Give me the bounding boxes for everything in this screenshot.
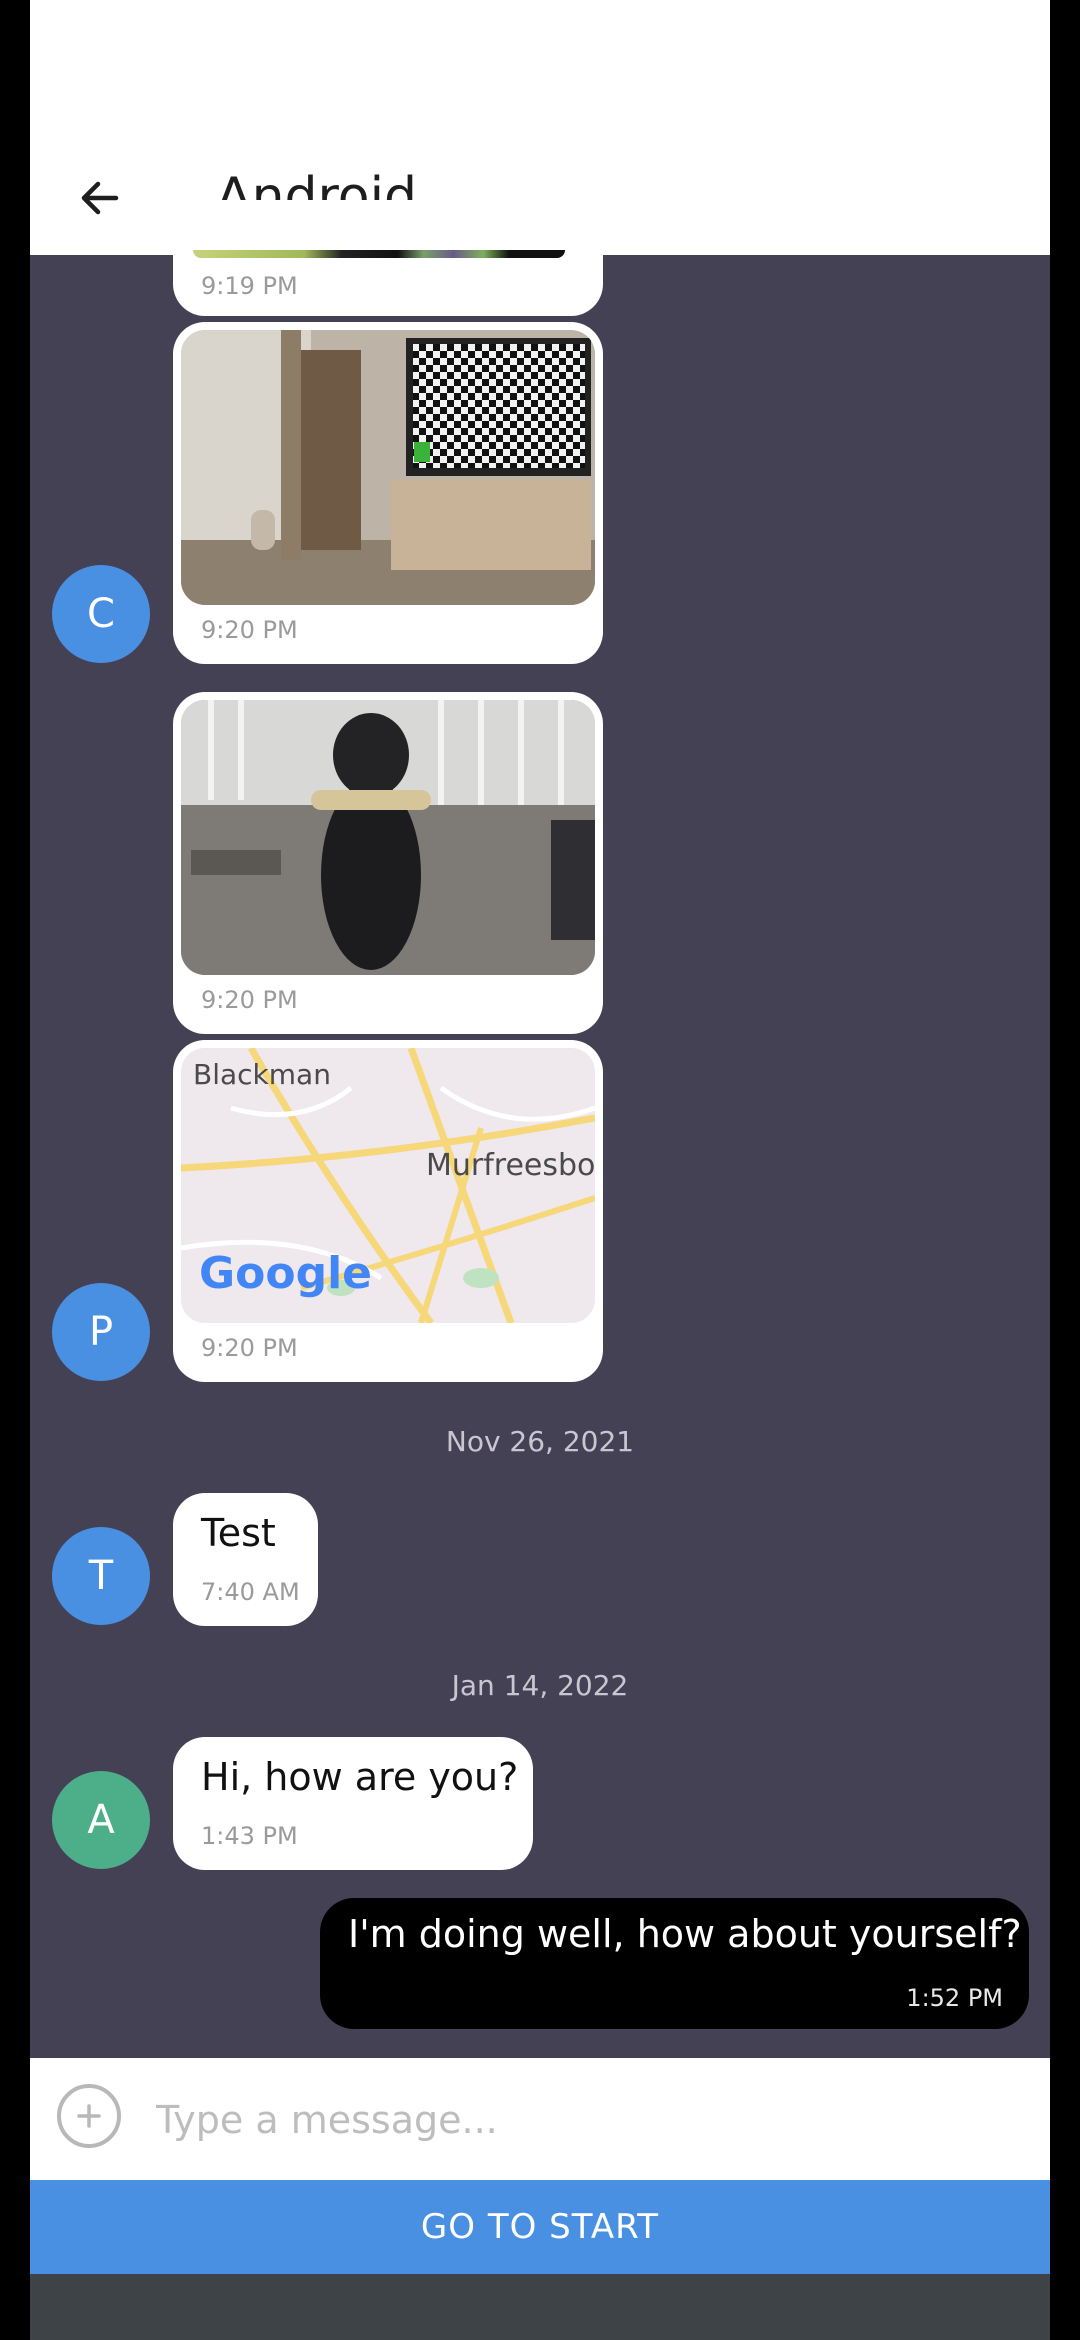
- message-bubble[interactable]: Blackman Murfreesbor Google 9:20 PM: [173, 1040, 603, 1382]
- outgoing-message-bubble[interactable]: I'm doing well, how about yourself? 1:52…: [320, 1898, 1029, 2029]
- go-to-start-button[interactable]: GO TO START: [30, 2180, 1050, 2274]
- map-label-blackman: Blackman: [193, 1058, 331, 1091]
- message-time: 1:52 PM: [906, 1984, 1003, 2012]
- message-time: 9:20 PM: [201, 616, 298, 644]
- date-separator: Jan 14, 2022: [451, 1669, 629, 1702]
- message-text: Hi, how are you?: [201, 1755, 519, 1799]
- message-bubble[interactable]: 9:19 PM: [173, 200, 603, 316]
- avatar[interactable]: A: [52, 1771, 150, 1869]
- add-attachment-button[interactable]: [57, 2084, 121, 2148]
- avatar[interactable]: T: [52, 1527, 150, 1625]
- message-bubble[interactable]: Hi, how are you? 1:43 PM: [173, 1737, 533, 1870]
- message-time: 9:20 PM: [201, 1334, 298, 1362]
- status-bar: [30, 0, 1050, 140]
- map-preview[interactable]: Blackman Murfreesbor Google: [181, 1048, 595, 1323]
- avatar[interactable]: C: [52, 565, 150, 663]
- plus-circle-icon: [77, 2104, 101, 2128]
- google-logo: Google: [199, 1248, 372, 1299]
- photo-dog[interactable]: [181, 700, 595, 975]
- message-time: 9:20 PM: [201, 986, 298, 1014]
- message-time: 7:40 AM: [201, 1578, 300, 1606]
- message-bubble[interactable]: 9:20 PM: [173, 692, 603, 1034]
- message-bubble[interactable]: Test 7:40 AM: [173, 1493, 318, 1626]
- avatar[interactable]: P: [52, 1283, 150, 1381]
- message-input[interactable]: [154, 2084, 1018, 2156]
- image-bottom-edge: [193, 250, 565, 258]
- back-button[interactable]: [70, 140, 130, 255]
- message-text: I'm doing well, how about yourself?: [348, 1912, 1022, 1956]
- message-time: 1:43 PM: [201, 1822, 298, 1850]
- message-bubble[interactable]: 9:20 PM: [173, 322, 603, 664]
- message-time: 9:19 PM: [201, 272, 298, 300]
- bottom-bar: [30, 2274, 1050, 2340]
- arrow-left-icon: [81, 181, 119, 214]
- photo-tv-checkerboard[interactable]: [181, 330, 595, 605]
- message-composer: [30, 2058, 1050, 2180]
- chat-screen: Android 9:19 PM 9:20 PM C 9:20 PM Blackm…: [30, 0, 1050, 2340]
- message-text: Test: [201, 1511, 276, 1555]
- map-label-murfreesboro: Murfreesbor: [426, 1148, 595, 1183]
- date-separator: Nov 26, 2021: [445, 1425, 635, 1458]
